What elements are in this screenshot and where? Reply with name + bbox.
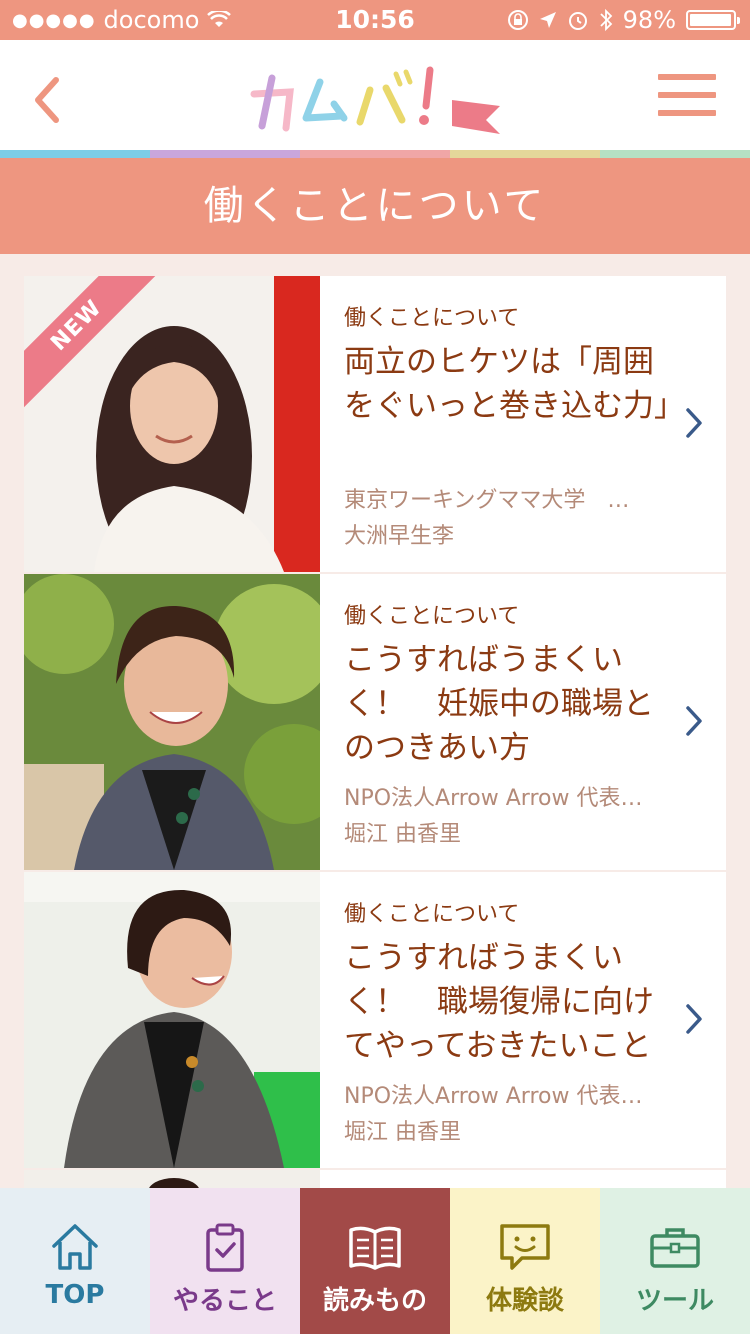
article-title: 両立のヒケツは「周囲をぐいっと巻き込む力」 [344,344,676,424]
book-icon [349,1226,401,1270]
article-category: 働くことについて [344,604,520,629]
alarm-icon [568,12,587,30]
article-organization: NPO法人Arrow Arrow 代表… [344,1084,643,1109]
portrait-photo [24,1170,320,1190]
tab-label: 読みもの [322,1286,427,1316]
tab-label: 体験談 [485,1286,564,1316]
article-thumbnail [24,1170,320,1190]
article-author: 堀江 由香里 [344,822,461,847]
article-category: 働くことについて [344,902,520,927]
chevron-right-icon [686,1004,702,1034]
stripe-yellow [450,150,600,158]
article-card[interactable]: NEW 働くことについて 両立のヒケツは「周囲をぐいっと巻き込む力」 東京ワーキ… [24,276,726,572]
location-arrow-icon [539,12,556,28]
tab-label: やること [172,1286,277,1316]
tab-stories[interactable]: 体験談 [450,1188,600,1334]
tab-tools[interactable]: ツール [600,1188,750,1334]
clipboard-icon [206,1223,244,1272]
chat-bubble-icon [500,1224,550,1270]
article-category: 働くことについて [344,306,520,331]
tab-todo[interactable]: やること [150,1188,300,1334]
stripe-purple [150,150,300,158]
tab-label: ツール [635,1286,714,1316]
article-list: NEW 働くことについて 両立のヒケツは「周囲をぐいっと巻き込む力」 東京ワーキ… [24,276,726,1192]
article-title: こうすればうまくいく！ 職場復帰に向けてやっておきたいこと [344,940,654,1064]
article-body: 働くことについて こうすればうまくいく！ 職場復帰に向けてやっておきたいこと N… [320,872,726,1168]
app-header [0,40,750,150]
chevron-right-icon [686,408,702,438]
article-thumbnail: NEW [24,276,320,572]
tab-label: TOP [45,1280,105,1310]
color-stripes [0,150,750,158]
stripe-green [600,150,750,158]
article-body: 働くことについて こうすればうまくいく！ 妊娠中の職場とのつきあい方 NPO法人… [320,574,726,870]
hamburger-menu-button[interactable] [658,74,716,118]
toolbox-icon [650,1228,700,1268]
bottom-tab-bar: TOP やること 読みもの 体験談 ツール [0,1188,750,1334]
article-thumbnail [24,574,320,870]
tab-reading[interactable]: 読みもの [300,1188,450,1334]
page-title: 働くことについて [0,158,750,254]
logo-image [250,66,500,134]
portrait-photo [24,574,320,870]
article-body: 働くことについて 両立のヒケツは「周囲をぐいっと巻き込む力」 東京ワーキングママ… [320,276,726,572]
article-card[interactable]: 働くことについて こうすればうまくいく！ 職場復帰に向けてやっておきたいこと N… [24,872,726,1168]
menu-line [658,110,716,116]
stripe-pink [300,150,450,158]
article-card[interactable]: 働くことについて こうすればうまくいく！ 妊娠中の職場とのつきあい方 NPO法人… [24,574,726,870]
article-organization: 東京ワーキングママ大学 … [344,488,630,513]
status-bar: ●●●●● docomo 10:56 98% [0,0,750,40]
tab-top[interactable]: TOP [0,1188,150,1334]
back-button[interactable] [24,70,74,130]
article-card[interactable] [24,1170,726,1190]
bluetooth-icon [600,8,612,32]
article-author: 堀江 由香里 [344,1120,461,1145]
rotation-lock-icon [507,10,528,30]
stripe-blue [0,150,150,158]
app-logo[interactable] [250,60,510,140]
article-organization: NPO法人Arrow Arrow 代表… [344,786,643,811]
battery-icon [686,10,740,30]
article-author: 大洲早生李 [344,524,455,549]
article-title: こうすればうまくいく！ 妊娠中の職場とのつきあい方 [344,642,654,766]
home-icon [52,1224,98,1270]
menu-line [658,92,716,98]
portrait-photo [24,872,320,1168]
battery-percentage: 98% [622,6,676,34]
chevron-right-icon [686,706,702,736]
menu-line [658,74,716,80]
article-thumbnail [24,872,320,1168]
